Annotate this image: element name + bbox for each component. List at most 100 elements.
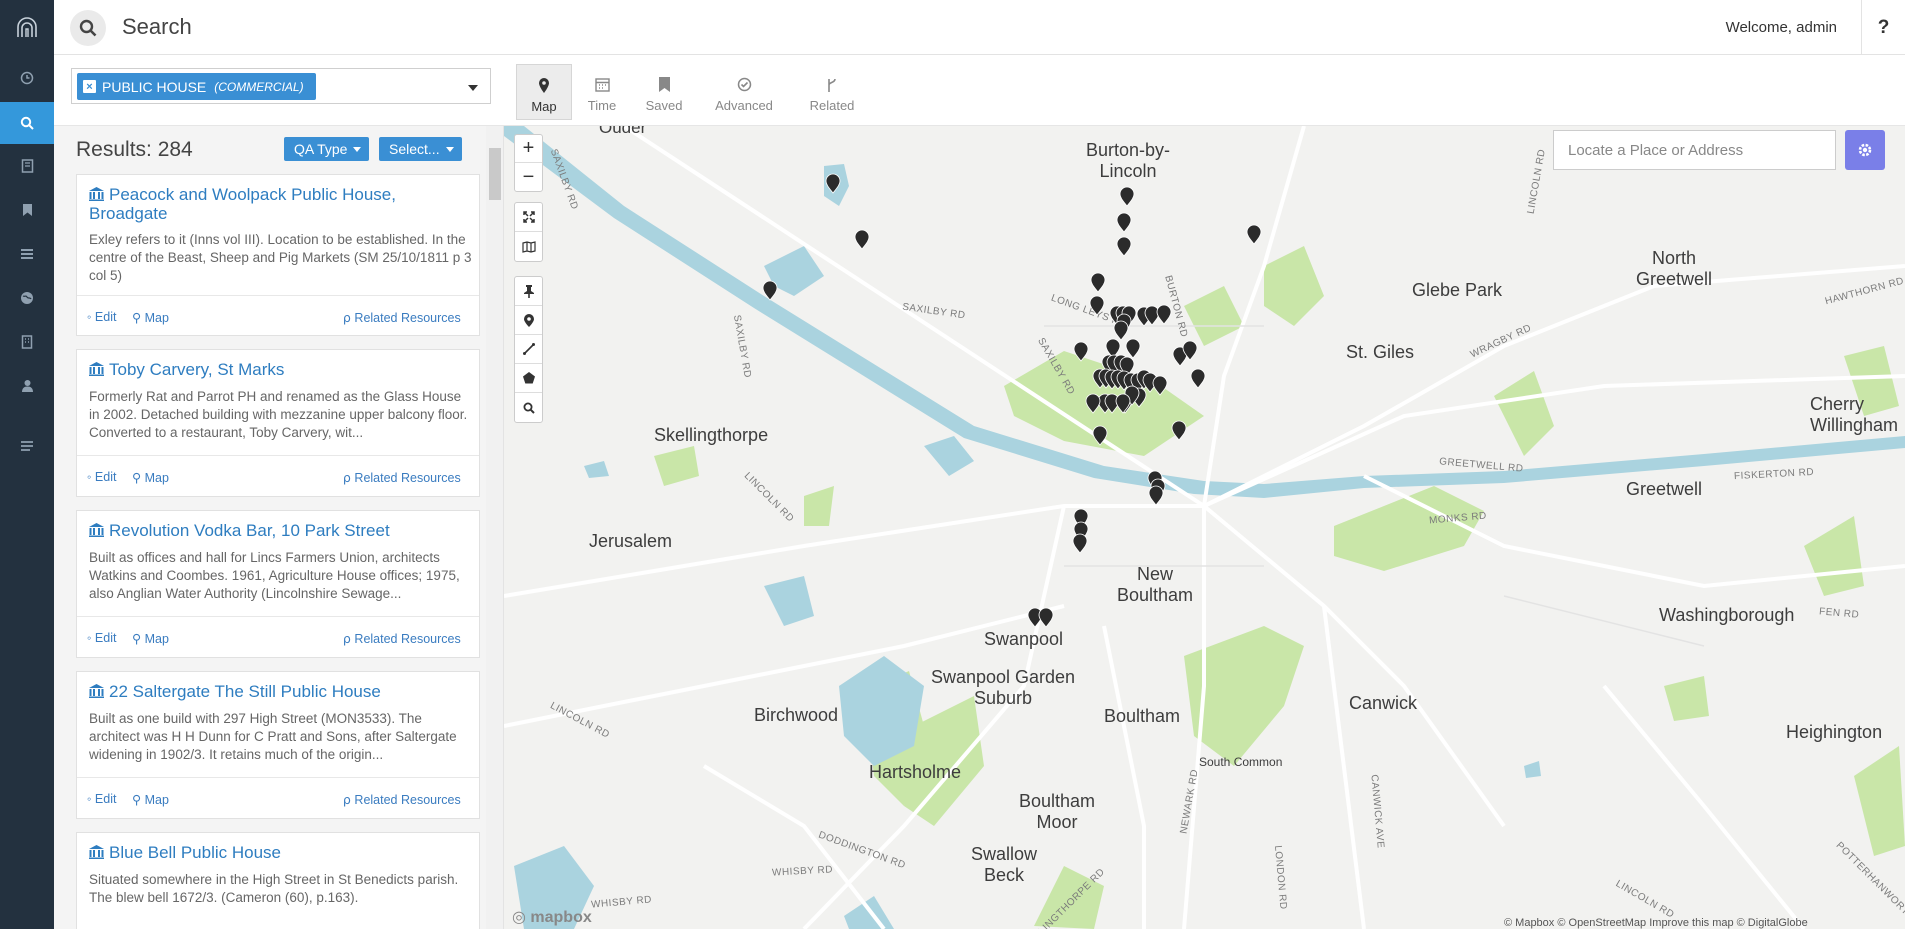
book-icon[interactable]	[0, 146, 54, 186]
result-title[interactable]: 22 Saltergate The Still Public House	[89, 682, 469, 701]
tab-saved-label: Saved	[645, 98, 683, 113]
related-resources-link[interactable]: ⍴ Related Resources	[343, 470, 461, 485]
calendar-icon	[594, 78, 610, 92]
place-label: Burton-by-Lincoln	[1085, 140, 1171, 181]
sidebar	[0, 0, 54, 929]
road-network	[504, 126, 1905, 929]
fullscreen-icon[interactable]	[515, 203, 542, 232]
clock-icon[interactable]	[0, 58, 54, 98]
map-marker-icon[interactable]	[515, 306, 542, 335]
result-card[interactable]: Peacock and Woolpack Public House, Broad…	[76, 174, 480, 336]
result-title[interactable]: Toby Carvery, St Marks	[89, 360, 469, 379]
results-panel: Results: 284 QA Type Select... Peacock a…	[54, 126, 504, 929]
logo-icon[interactable]	[0, 6, 54, 50]
map-link[interactable]: ⚲ Map	[132, 310, 169, 325]
place-label: Swanpool Garden Suburb	[930, 667, 1076, 708]
pin-icon[interactable]	[515, 277, 542, 306]
select-dropdown[interactable]: Select...	[379, 137, 462, 161]
result-title[interactable]: Blue Bell Public House	[89, 843, 469, 862]
results-count: Results: 284	[76, 138, 193, 161]
map-pin-icon: ⚲	[132, 311, 142, 325]
map-link[interactable]: ⚲ Map	[132, 792, 169, 807]
place-label: Ouder	[599, 126, 647, 137]
results-scrollbar[interactable]	[486, 126, 503, 929]
map-link[interactable]: ⚲ Map	[132, 470, 169, 485]
zoom-out-button[interactable]: −	[515, 163, 542, 191]
help-button[interactable]: ?	[1861, 0, 1905, 55]
edit-link[interactable]: ◦ Edit	[87, 310, 116, 324]
related-resources-link[interactable]: ⍴ Related Resources	[343, 631, 461, 646]
check-circle-icon	[737, 77, 751, 92]
search-input[interactable]: Search	[122, 14, 192, 40]
zoom-control: + −	[514, 134, 543, 192]
edit-link[interactable]: ◦ Edit	[87, 792, 116, 806]
building-icon	[89, 845, 104, 859]
building-icon	[89, 523, 104, 537]
edit-link[interactable]: ◦ Edit	[87, 470, 116, 484]
chevron-down-icon[interactable]	[468, 85, 478, 91]
globe-icon[interactable]	[0, 278, 54, 318]
map-view[interactable]: Ouder Burton-by-Lincoln North Greetwell …	[504, 126, 1905, 929]
top-bar: Search Welcome, admin ?	[54, 0, 1905, 55]
place-label: Cherry Willingham	[1810, 394, 1899, 435]
menu-icon[interactable]	[0, 426, 54, 466]
map-pin-icon: ⚲	[132, 471, 142, 485]
place-label: St. Giles	[1346, 342, 1415, 362]
related-resources-link[interactable]: ⍴ Related Resources	[343, 792, 461, 807]
draw-polygon-icon[interactable]	[515, 364, 542, 393]
branch-icon	[828, 78, 836, 92]
map-attribution[interactable]: © Mapbox © OpenStreetMap Improve this ma…	[1504, 917, 1808, 929]
welcome-user[interactable]: Welcome, admin	[1726, 19, 1837, 36]
tab-time-label: Time	[587, 98, 617, 113]
gear-icon[interactable]	[1845, 130, 1885, 170]
view-tools	[514, 202, 543, 262]
place-label: Glebe Park	[1412, 280, 1503, 300]
tab-related-label: Related	[809, 98, 855, 113]
tab-advanced-label: Advanced	[715, 98, 773, 113]
filter-tag: × PUBLIC HOUSE (COMMERCIAL)	[77, 73, 316, 100]
place-label: Swanpool	[984, 629, 1064, 649]
draw-tools	[514, 276, 543, 423]
map-basemap[interactable]	[504, 126, 1905, 929]
list-icon[interactable]	[0, 234, 54, 274]
draw-line-icon[interactable]	[515, 335, 542, 364]
map-pin-icon	[539, 78, 549, 93]
search-icon[interactable]	[70, 10, 106, 46]
result-card[interactable]: Toby Carvery, St Marks Formerly Rat and …	[76, 349, 480, 497]
result-title[interactable]: Peacock and Woolpack Public House, Broad…	[89, 185, 469, 223]
result-description: Built as one build with 297 High Street …	[89, 711, 457, 762]
place-label: Greetwell	[1626, 479, 1703, 499]
result-card[interactable]: 22 Saltergate The Still Public House Bui…	[76, 671, 480, 819]
edit-link[interactable]: ◦ Edit	[87, 631, 116, 645]
result-actions: ◦ Edit ⚲ Map ⍴ Related Resources	[77, 295, 479, 337]
search-area-icon[interactable]	[515, 393, 542, 422]
basemap-icon[interactable]	[515, 232, 542, 261]
tab-map[interactable]: Map	[516, 64, 572, 120]
tab-advanced[interactable]: Advanced	[709, 64, 779, 120]
result-card[interactable]: Revolution Vodka Bar, 10 Park Street Bui…	[76, 510, 480, 658]
place-label: Jerusalem	[589, 531, 673, 551]
resource-type-filter[interactable]: × PUBLIC HOUSE (COMMERCIAL)	[71, 68, 491, 104]
locate-place-input[interactable]: Locate a Place or Address	[1553, 130, 1836, 170]
place-label: Swallow Beck	[970, 844, 1038, 885]
zoom-in-button[interactable]: +	[515, 135, 542, 163]
mapbox-logo[interactable]: ◎ mapbox	[512, 907, 592, 927]
tab-related[interactable]: Related	[800, 64, 864, 120]
filter-bar: × PUBLIC HOUSE (COMMERCIAL) Map Time Sav…	[54, 56, 1905, 126]
search-icon[interactable]	[0, 102, 54, 144]
scrollbar-thumb[interactable]	[489, 148, 501, 200]
tab-map-label: Map	[531, 99, 557, 114]
user-icon[interactable]	[0, 366, 54, 406]
result-card[interactable]: Blue Bell Public House Situated somewher…	[76, 832, 480, 929]
bookmark-icon[interactable]	[0, 190, 54, 230]
map-link[interactable]: ⚲ Map	[132, 631, 169, 646]
tab-saved[interactable]: Saved	[636, 64, 692, 120]
building-icon[interactable]	[0, 322, 54, 362]
place-label: Hartsholme	[869, 762, 962, 782]
qa-type-dropdown[interactable]: QA Type	[284, 137, 370, 161]
related-resources-link[interactable]: ⍴ Related Resources	[343, 310, 461, 325]
remove-tag-icon[interactable]: ×	[83, 80, 96, 93]
tab-time[interactable]: Time	[574, 64, 630, 120]
result-title[interactable]: Revolution Vodka Bar, 10 Park Street	[89, 521, 469, 540]
result-description: Formerly Rat and Parrot PH and renamed a…	[89, 389, 468, 440]
